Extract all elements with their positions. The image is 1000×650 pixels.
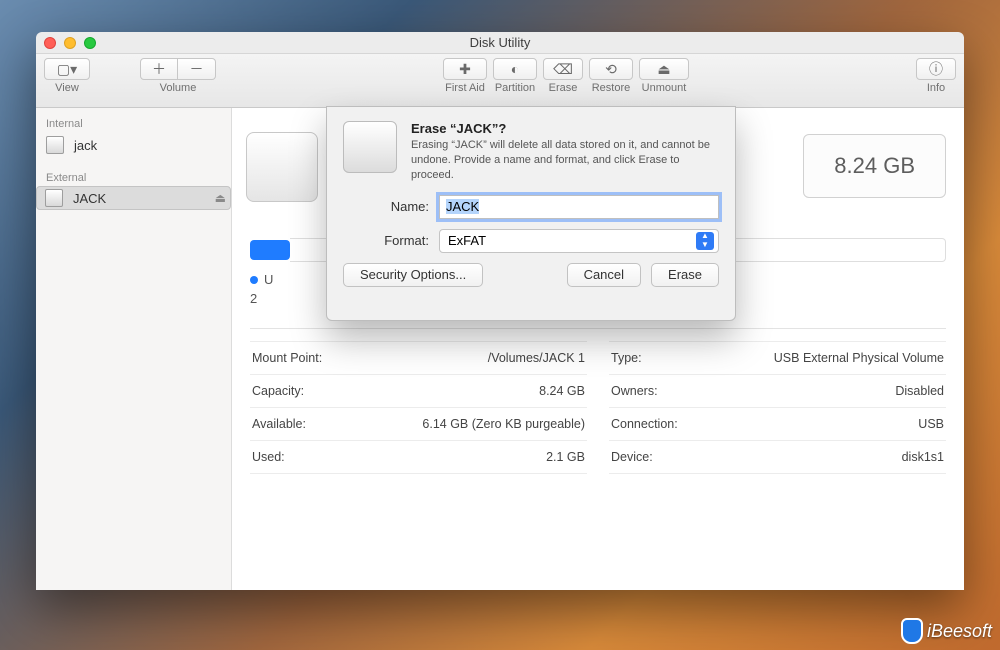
- info-grid: Mount Point: /Volumes/JACK 1 Capacity: 8.2…: [250, 341, 946, 474]
- sheet-body: Erasing “JACK” will delete all data stor…: [411, 138, 719, 183]
- legend-text-2: 2: [250, 291, 257, 306]
- unmount-button[interactable]: ⏏: [639, 58, 689, 80]
- volume-remove-button[interactable]: －: [178, 58, 216, 80]
- info-val: 8.24 GB: [539, 384, 585, 398]
- info-val: 2.1 GB: [546, 450, 585, 464]
- info-icon: ⓘ: [929, 59, 943, 79]
- info-row: Device: disk1s1: [609, 441, 946, 474]
- info-row: Available: 6.14 GB (Zero KB purgeable): [250, 408, 587, 441]
- name-label: Name:: [343, 199, 429, 214]
- erase-label: Erase: [549, 82, 578, 94]
- sidebar: Internal jack External JACK ⏏: [36, 108, 232, 590]
- format-select[interactable]: ExFAT ▲▼: [439, 229, 719, 253]
- usage-segment: [250, 240, 290, 260]
- external-drive-icon: [45, 189, 63, 207]
- restore-label: Restore: [592, 82, 631, 94]
- sidebar-item-internal-0[interactable]: jack: [36, 132, 231, 158]
- volume-label: Volume: [160, 82, 197, 94]
- info-row: Owners: Disabled: [609, 375, 946, 408]
- info-key: Type:: [611, 351, 642, 365]
- zoom-icon[interactable]: [84, 37, 96, 49]
- erase-button[interactable]: ⌫: [543, 58, 583, 80]
- toolbar: ▢▾ View ＋ － Volume ✚ First Aid ◐ Partiti…: [36, 54, 964, 108]
- view-button[interactable]: ▢▾: [44, 58, 90, 80]
- info-button[interactable]: ⓘ: [916, 58, 956, 80]
- info-row: Connection: USB: [609, 408, 946, 441]
- hdd-icon: [46, 136, 64, 154]
- unmount-label: Unmount: [642, 82, 687, 94]
- info-val: /Volumes/JACK 1: [488, 351, 585, 365]
- info-label: Info: [927, 82, 945, 94]
- first-aid-button[interactable]: ✚: [443, 58, 487, 80]
- watermark-text: iBeesoft: [927, 621, 992, 642]
- close-icon[interactable]: [44, 37, 56, 49]
- sidebar-header-external: External: [36, 166, 231, 186]
- chevron-updown-icon: ▲▼: [696, 232, 714, 250]
- unmount-icon: ⏏: [657, 61, 670, 78]
- partition-button[interactable]: ◐: [493, 58, 537, 80]
- info-row: Type: USB External Physical Volume: [609, 341, 946, 375]
- info-key: Capacity:: [252, 384, 304, 398]
- window-title: Disk Utility: [470, 35, 531, 50]
- info-val: USB: [918, 417, 944, 431]
- restore-button[interactable]: ⟲: [589, 58, 633, 80]
- restore-icon: ⟲: [605, 61, 617, 78]
- titlebar: Disk Utility: [36, 32, 964, 54]
- first-aid-label: First Aid: [445, 82, 485, 94]
- info-row: Capacity: 8.24 GB: [250, 375, 587, 408]
- erase-sheet: Erase “JACK”? Erasing “JACK” will delete…: [326, 106, 736, 321]
- info-val: USB External Physical Volume: [774, 351, 944, 365]
- volume-add-icon: ＋: [152, 59, 166, 79]
- info-key: Used:: [252, 450, 285, 464]
- first-aid-icon: ✚: [459, 61, 471, 78]
- sheet-drive-icon: [343, 121, 397, 173]
- info-key: Mount Point:: [252, 351, 322, 365]
- erase-confirm-button[interactable]: Erase: [651, 263, 719, 287]
- sidebar-header-internal: Internal: [36, 112, 231, 132]
- minimize-icon[interactable]: [64, 37, 76, 49]
- capacity-box: 8.24 GB: [803, 134, 946, 198]
- info-val: disk1s1: [902, 450, 944, 464]
- format-label: Format:: [343, 233, 429, 248]
- partition-label: Partition: [495, 82, 535, 94]
- cancel-button[interactable]: Cancel: [567, 263, 641, 287]
- view-label: View: [55, 82, 79, 94]
- partition-icon: ◐: [511, 61, 519, 77]
- volume-add-button[interactable]: ＋: [140, 58, 178, 80]
- info-key: Device:: [611, 450, 653, 464]
- erase-icon: ⌫: [553, 61, 573, 78]
- info-key: Available:: [252, 417, 306, 431]
- sidebar-icon: ▢▾: [57, 61, 77, 78]
- divider: [250, 328, 946, 329]
- sheet-title: Erase “JACK”?: [411, 121, 719, 136]
- legend-text-1: U: [264, 272, 273, 287]
- disk-utility-window: Disk Utility ▢▾ View ＋ － Volume ✚ First …: [36, 32, 964, 590]
- watermark-icon: [901, 618, 923, 644]
- legend-dot-icon: [250, 276, 258, 284]
- traffic-lights: [44, 37, 96, 49]
- name-input[interactable]: [439, 195, 719, 219]
- volume-remove-icon: －: [190, 59, 204, 79]
- sidebar-item-label: JACK: [73, 191, 106, 206]
- sidebar-item-external-0[interactable]: JACK ⏏: [36, 186, 231, 210]
- sidebar-item-label: jack: [74, 138, 97, 153]
- drive-icon: [246, 132, 318, 202]
- security-options-button[interactable]: Security Options...: [343, 263, 483, 287]
- watermark: iBeesoft: [901, 618, 992, 644]
- info-row: Mount Point: /Volumes/JACK 1: [250, 341, 587, 375]
- info-val: 6.14 GB (Zero KB purgeable): [422, 417, 585, 431]
- info-val: Disabled: [895, 384, 944, 398]
- info-key: Connection:: [611, 417, 678, 431]
- info-key: Owners:: [611, 384, 658, 398]
- format-value: ExFAT: [448, 233, 486, 248]
- info-row: Used: 2.1 GB: [250, 441, 587, 474]
- eject-icon[interactable]: ⏏: [215, 191, 226, 205]
